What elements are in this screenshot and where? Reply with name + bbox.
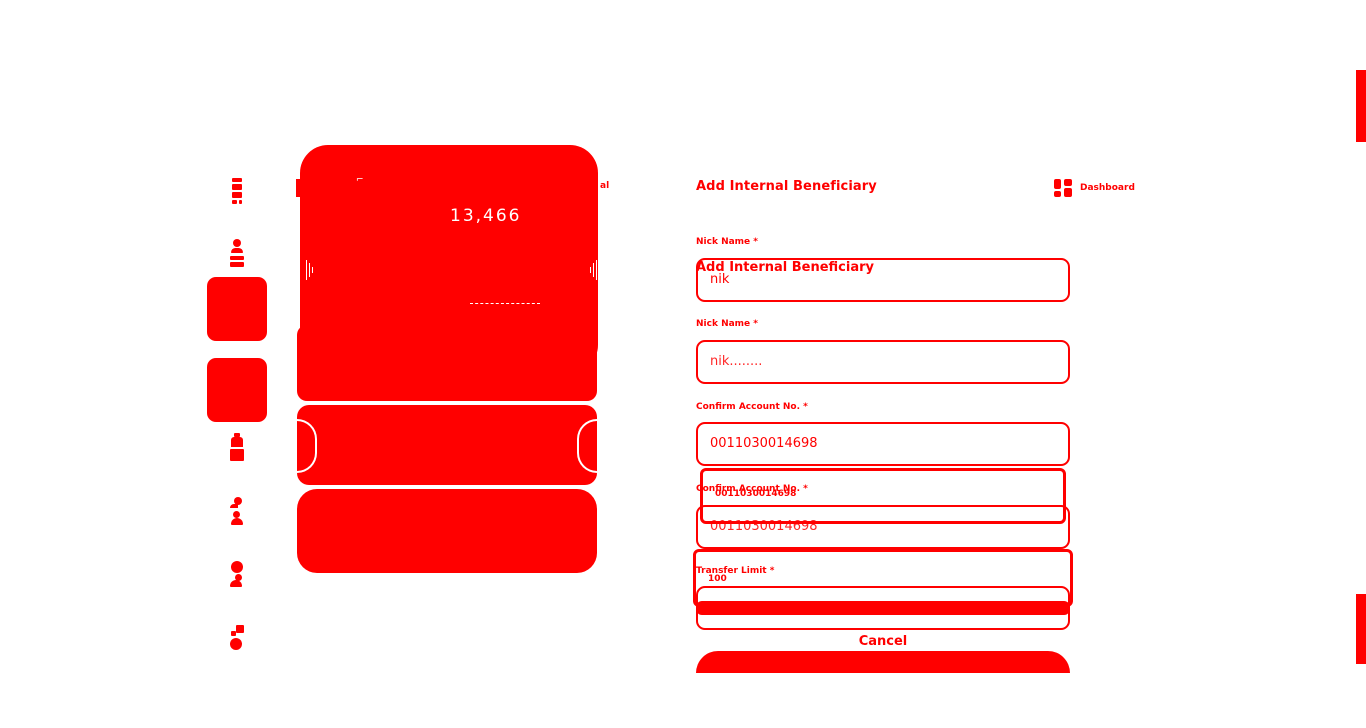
nav-item-accounts-active[interactable] [207,277,267,341]
nav-item-wallet[interactable] [206,427,268,467]
confirm-account-input[interactable]: 0011030014698 [696,422,1070,466]
card-wave-left [302,256,328,284]
nav-item-beneficiary-active[interactable] [207,358,267,422]
transfer-limit-hint: 100 [708,574,727,584]
transfer-icon [229,622,245,654]
ghost-page-title: Add Internal Beneficiary [696,260,874,275]
cancel-button[interactable]: Cancel [696,634,1070,649]
account-card-4[interactable] [297,489,597,573]
page-title: Add Internal Beneficiary [696,179,877,194]
confirm-account-label: Confirm Account No. * [696,402,808,412]
account-card-2[interactable] [297,325,597,401]
nick-name-label: Nick Name * [696,237,758,247]
cards-side-label: al [600,181,610,191]
confirm-account-input-2[interactable]: 0011030014698 [696,505,1070,549]
submit-button[interactable] [696,651,1070,673]
nav-item-settings[interactable] [206,554,268,594]
dashboard-grid-icon [1054,179,1072,197]
wallet-icon [229,431,245,463]
user-list-icon [229,237,245,269]
nav-item-transfers[interactable] [206,618,268,658]
card-balance-amount: 13,466 [450,206,522,226]
card-chip-icon: ⌐ [356,175,364,185]
users-icon [229,495,245,527]
dashboard-link[interactable]: Dashboard [1054,179,1135,197]
nav-item-profile[interactable] [206,233,268,273]
nav-item-documents[interactable] [206,170,268,210]
nav-item-users[interactable] [206,491,268,531]
nick-name-input-2[interactable]: nik........ [696,340,1070,384]
nick-name-label-2: Nick Name * [696,319,758,329]
nick-name-value-2: nik........ [710,354,763,369]
user-settings-icon [229,558,245,590]
account-card-3[interactable] [297,405,597,485]
confirm-account-value-2: 0011030014698 [710,519,818,534]
confirm-account-label-2: Confirm Account No. * [696,484,808,494]
account-cards: ⌐ 13,466 [296,145,602,575]
right-edge-mark-top [1356,70,1366,142]
confirm-account-value: 0011030014698 [710,436,818,451]
dashboard-label: Dashboard [1080,183,1135,193]
card-wave-right [576,256,602,284]
document-icon [229,174,245,206]
add-beneficiary-form: Add Internal Beneficiary Dashboard Nick … [693,176,1156,676]
transfer-limit-highlight [696,601,1070,615]
card-number-dots [470,303,540,305]
right-edge-mark-bottom [1356,594,1366,664]
